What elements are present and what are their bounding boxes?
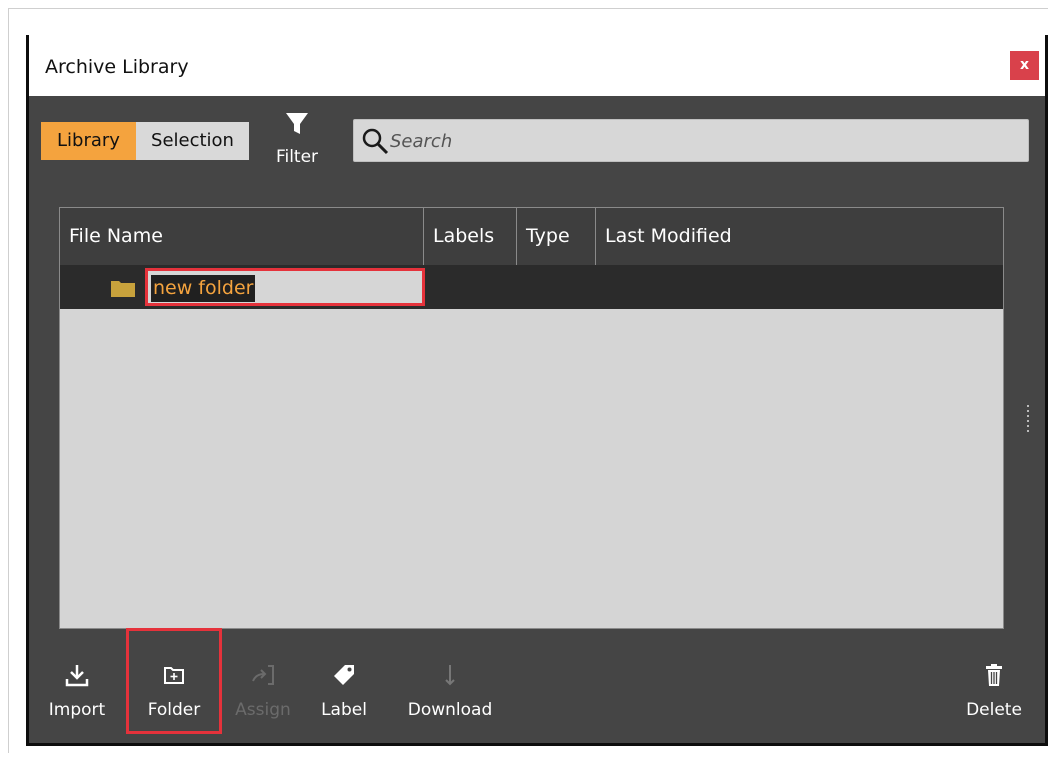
title-bar[interactable]: Archive Library x bbox=[29, 35, 1045, 96]
window-title: Archive Library bbox=[45, 56, 189, 78]
folder-name-text: new folder bbox=[151, 275, 256, 302]
filter-button[interactable]: Filter bbox=[267, 111, 327, 173]
filter-label: Filter bbox=[275, 147, 319, 167]
tag-icon bbox=[334, 665, 354, 685]
column-header-last-modified[interactable]: Last Modified bbox=[596, 208, 1003, 265]
folder-icon bbox=[111, 281, 135, 297]
import-label: Import bbox=[48, 700, 106, 720]
download-tray-icon bbox=[65, 665, 89, 687]
table-header: File Name Labels Type Last Modified bbox=[60, 208, 1003, 265]
search-input[interactable] bbox=[390, 127, 990, 155]
trash-icon bbox=[986, 664, 1002, 686]
resize-grip-icon[interactable] bbox=[1026, 405, 1030, 435]
magnifier-icon bbox=[362, 128, 389, 155]
download-label: Download bbox=[407, 700, 493, 720]
download-button[interactable]: Download bbox=[398, 663, 502, 727]
file-table: File Name Labels Type Last Modified new … bbox=[59, 207, 1004, 629]
assign-label: Assign bbox=[235, 700, 291, 720]
assign-button[interactable]: Assign bbox=[226, 663, 300, 727]
archive-library-dialog: Archive Library x Library Selection Filt… bbox=[26, 35, 1048, 746]
column-header-file-name[interactable]: File Name bbox=[60, 208, 424, 265]
close-button[interactable]: x bbox=[1010, 51, 1039, 80]
delete-label: Delete bbox=[966, 700, 1022, 720]
folder-name-edit-field[interactable]: new folder bbox=[145, 268, 425, 306]
label-button[interactable]: Label bbox=[310, 663, 378, 727]
column-header-type[interactable]: Type bbox=[517, 208, 596, 265]
column-header-labels[interactable]: Labels bbox=[424, 208, 517, 265]
tab-selection[interactable]: Selection bbox=[136, 122, 249, 160]
assign-arrow-icon bbox=[252, 665, 274, 685]
delete-button[interactable]: Delete bbox=[955, 663, 1033, 727]
label-label: Label bbox=[321, 700, 367, 720]
tab-library[interactable]: Library bbox=[41, 122, 136, 160]
import-button[interactable]: Import bbox=[41, 663, 113, 727]
funnel-icon bbox=[286, 113, 308, 134]
table-row[interactable]: new folder bbox=[60, 265, 1003, 309]
folder-button-highlight bbox=[126, 628, 222, 734]
down-arrow-icon bbox=[445, 665, 455, 686]
search-box[interactable] bbox=[353, 119, 1029, 162]
